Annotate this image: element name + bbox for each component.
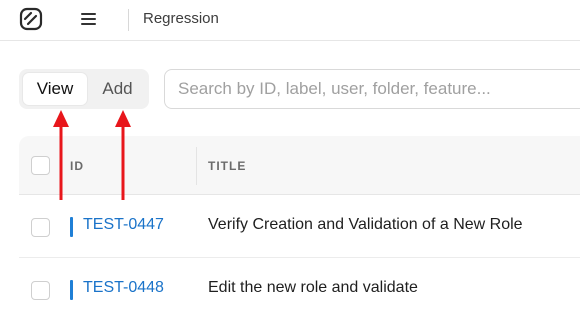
row-status-bar: [70, 217, 73, 237]
search-input[interactable]: [164, 69, 580, 109]
view-tab[interactable]: View: [23, 73, 87, 105]
test-id-link[interactable]: TEST-0448: [83, 279, 164, 297]
row-status-bar: [70, 280, 73, 300]
test-title[interactable]: Edit the new role and validate: [208, 279, 418, 297]
table-row[interactable]: TEST-0447 Verify Creation and Validation…: [19, 196, 580, 258]
add-tab[interactable]: Add: [90, 73, 145, 105]
table-header: ID TITLE: [19, 136, 580, 195]
top-bar: Regression: [0, 0, 580, 41]
column-divider: [196, 147, 197, 185]
row-checkbox[interactable]: [31, 281, 50, 300]
test-title[interactable]: Verify Creation and Validation of a New …: [208, 216, 523, 234]
test-id-link[interactable]: TEST-0447: [83, 216, 164, 234]
row-checkbox[interactable]: [31, 218, 50, 237]
hamburger-menu-icon[interactable]: [80, 12, 98, 26]
view-add-toggle: View Add: [19, 69, 149, 109]
column-header-title[interactable]: TITLE: [208, 159, 246, 173]
header-divider: [128, 9, 129, 31]
breadcrumb: Regression: [143, 10, 219, 27]
app-logo-icon[interactable]: [19, 7, 43, 31]
select-all-checkbox[interactable]: [31, 156, 50, 175]
column-header-id[interactable]: ID: [70, 159, 84, 173]
table-row[interactable]: TEST-0448 Edit the new role and validate: [19, 259, 580, 320]
